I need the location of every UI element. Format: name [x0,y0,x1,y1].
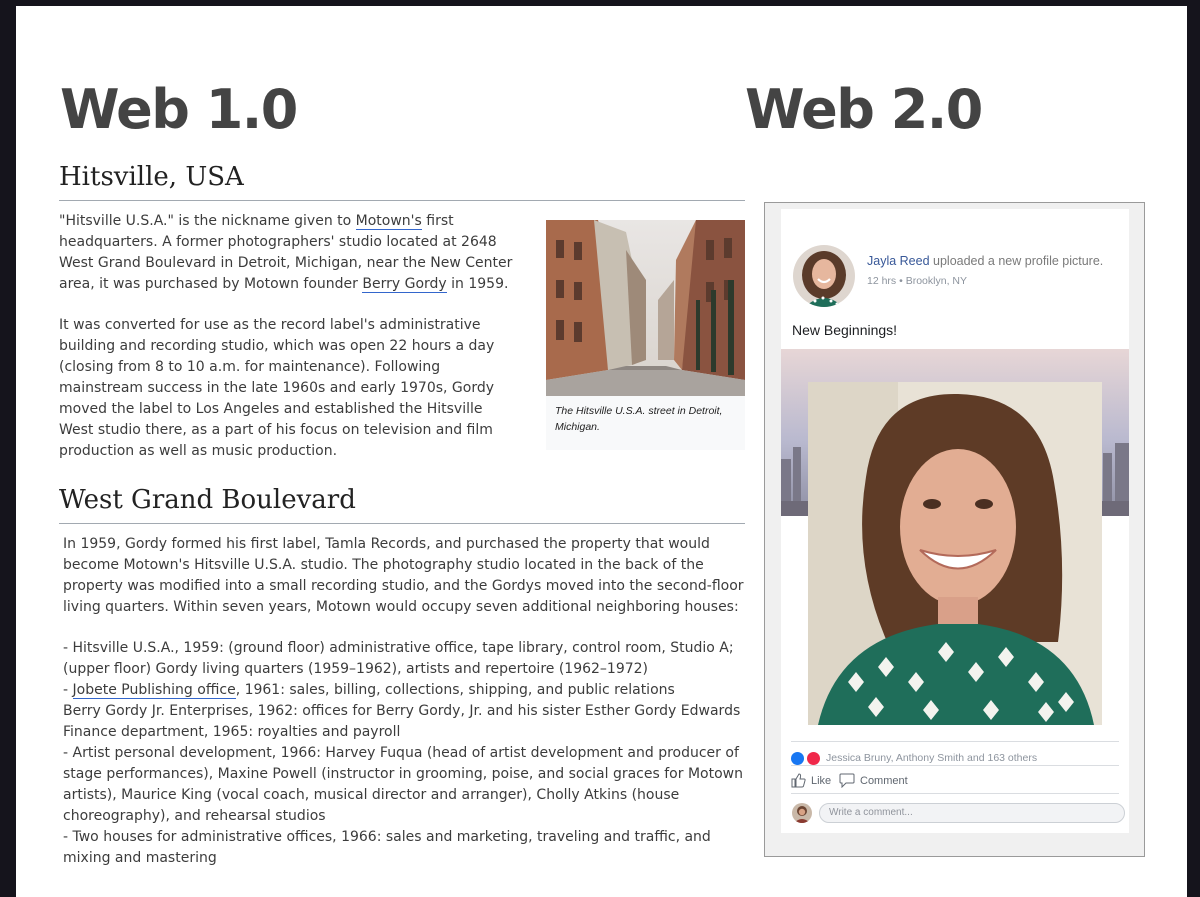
street-photo[interactable] [546,220,745,396]
comment-input[interactable]: Write a comment... [819,803,1125,823]
post-action-text: uploaded a new profile picture. [929,254,1104,268]
speech-bubble-icon [839,773,855,788]
thumbs-up-icon [791,773,806,788]
article-thumbnail: The Hitsville U.S.A. street in Detroit, … [546,220,745,450]
history-paragraph: It was converted for use as the record l… [59,317,495,459]
post-divider [791,765,1119,766]
facebook-post-frame: Jayla Reed uploaded a new profile pictur… [764,202,1145,857]
list-item-text: , 1961: sales, billing, collections, shi… [235,682,675,698]
intro-text: in 1959. [446,276,509,292]
list-item: - Artist personal development, 1966: Har… [63,745,743,824]
berry-gordy-link[interactable]: Berry Gordy [362,276,447,293]
like-label: Like [811,774,832,787]
jobete-publishing-link[interactable]: Jobete Publishing office [72,682,236,699]
profile-picture-photo[interactable] [808,382,1102,725]
property-list: - Hitsville U.S.A., 1959: (ground floor)… [63,638,753,869]
web2-heading: Web 2.0 [745,78,983,141]
post-divider [791,793,1119,794]
facebook-post-card: Jayla Reed uploaded a new profile pictur… [781,209,1129,833]
post-meta: 12 hrs • Brooklyn, NY [867,275,967,287]
user-name-link[interactable]: Jayla Reed [867,254,930,268]
list-item: - Two houses for administrative offices,… [63,829,711,866]
web1-heading: Web 1.0 [60,78,298,141]
like-reaction-icon [791,752,804,765]
section-title-west-grand-boulevard: West Grand Boulevard [59,485,356,515]
love-reaction-icon [807,752,820,765]
list-item: Berry Gordy Jr. Enterprises, 1962: offic… [63,703,741,719]
section-divider [59,523,745,524]
motown-link[interactable]: Motown's [355,213,422,230]
intro-text: "Hitsville U.S.A." is the nickname given… [59,213,356,229]
like-button[interactable]: Like [791,773,831,788]
list-item: - Jobete Publishing office, 1961: sales,… [63,680,753,701]
post-time[interactable]: 12 hrs [867,275,896,287]
post-header: Jayla Reed uploaded a new profile pictur… [867,254,1103,268]
comment-button[interactable]: Comment [839,773,908,788]
post-divider [791,741,1119,742]
post-location[interactable]: Brooklyn, NY [906,275,967,287]
boulevard-paragraph: In 1959, Gordy formed his first label, T… [63,536,744,615]
thumbnail-caption: The Hitsville U.S.A. street in Detroit, … [555,405,723,433]
post-status-text: New Beginnings! [792,322,898,338]
reactions-summary[interactable]: Jessica Bruny, Anthony Smith and 163 oth… [826,752,1037,764]
slide: Web 1.0 Web 2.0 Hitsville, USA "Hitsvill… [16,6,1187,897]
profile-avatar[interactable] [793,245,855,307]
list-item-prefix: - [63,682,73,698]
comment-label: Comment [860,774,908,787]
section-title-hitsville: Hitsville, USA [59,162,244,192]
intro-paragraph: "Hitsville U.S.A." is the nickname given… [59,211,519,295]
list-item: - Hitsville U.S.A., 1959: (ground floor)… [63,640,734,677]
list-item: Finance department, 1965: royalties and … [63,724,401,740]
section-divider [59,200,745,201]
meta-separator: • [899,275,903,287]
commenter-avatar [792,803,812,823]
